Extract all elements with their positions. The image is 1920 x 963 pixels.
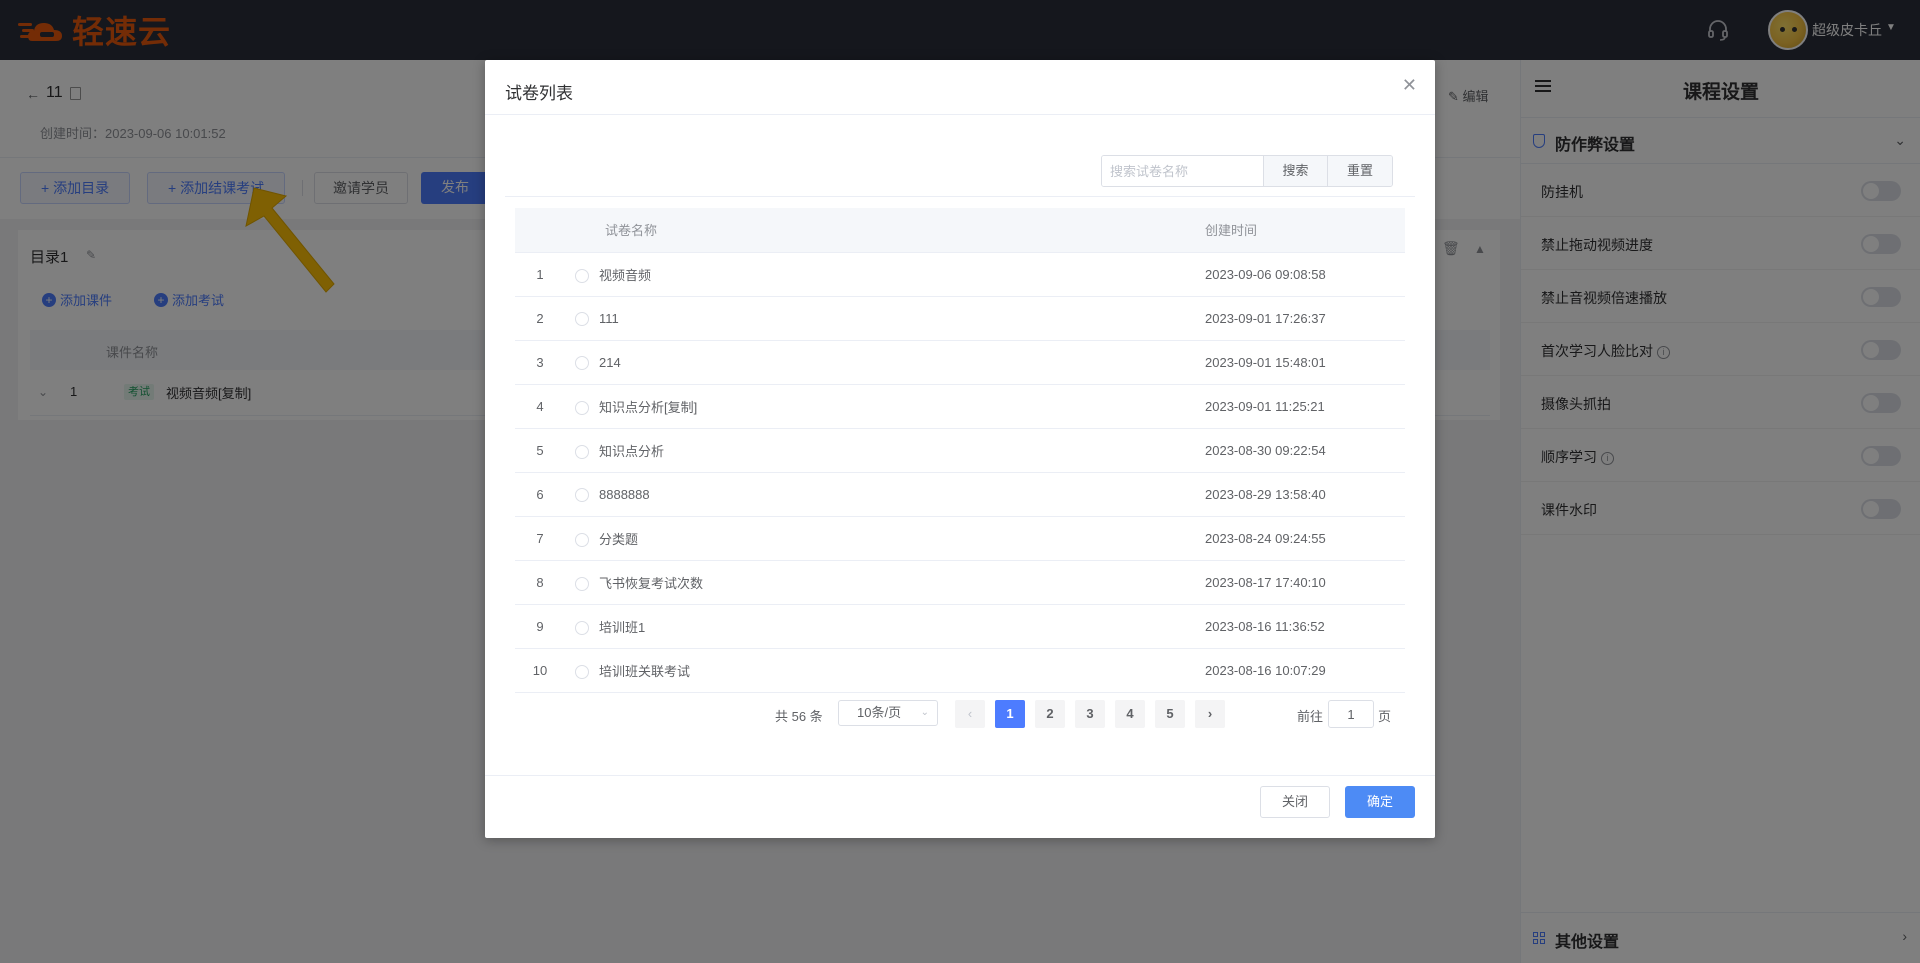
exam-name-cell: 飞书恢复考试次数: [565, 560, 1205, 605]
created-time: 2023-09-06 09:08:58: [1205, 252, 1405, 297]
prev-page-button[interactable]: ‹: [955, 700, 985, 728]
exam-row[interactable]: 3 214 2023-09-01 15:48:01: [515, 340, 1405, 385]
exam-name-cell: 8888888: [565, 472, 1205, 517]
created-time: 2023-08-24 09:24:55: [1205, 516, 1405, 561]
created-time: 2023-09-01 17:26:37: [1205, 296, 1405, 341]
divider: [505, 196, 1415, 197]
exam-name-cell: 知识点分析[复制]: [565, 384, 1205, 429]
exam-row[interactable]: 7 分类题 2023-08-24 09:24:55: [515, 516, 1405, 561]
exam-table: 试卷名称 创建时间 1 视频音频 2023-09-06 09:08:58 2 111 20…: [515, 208, 1405, 693]
close-icon[interactable]: ✕: [1402, 75, 1417, 96]
radio-button[interactable]: [575, 444, 589, 459]
exam-name: 知识点分析[复制]: [599, 399, 698, 415]
exam-row[interactable]: 1 视频音频 2023-09-06 09:08:58: [515, 252, 1405, 297]
exam-name-cell: 214: [565, 340, 1205, 385]
exam-search-bar: 搜索 重置: [1101, 155, 1393, 187]
row-index: 1: [515, 252, 565, 297]
exam-name: 视频音频: [599, 267, 652, 283]
exam-name: 8888888: [599, 486, 650, 502]
dialog-title: 试卷列表: [505, 84, 573, 103]
goto-page-input[interactable]: [1328, 700, 1374, 728]
row-index: 6: [515, 472, 565, 517]
exam-name-cell: 培训班1: [565, 604, 1205, 649]
exam-row[interactable]: 2 111 2023-09-01 17:26:37: [515, 296, 1405, 341]
exam-name: 111: [599, 310, 619, 326]
radio-button[interactable]: [575, 487, 589, 502]
created-time: 2023-08-16 11:36:52: [1205, 604, 1405, 649]
row-index: 7: [515, 516, 565, 561]
row-index: 5: [515, 428, 565, 473]
exam-row[interactable]: 5 知识点分析 2023-08-30 09:22:54: [515, 428, 1405, 473]
page-2-button[interactable]: 2: [1035, 700, 1065, 728]
page-size-select[interactable]: 10条/页 ⌄: [838, 700, 938, 726]
exam-name-cell: 分类题: [565, 516, 1205, 561]
page-4-button[interactable]: 4: [1115, 700, 1145, 728]
chevron-down-icon: ⌄: [920, 707, 929, 718]
radio-button[interactable]: [575, 400, 589, 415]
created-time: 2023-08-17 17:40:10: [1205, 560, 1405, 605]
exam-list-dialog: 试卷列表 ✕ 搜索 重置 试卷名称 创建时间 1 视频音频 2023-09-06 0…: [485, 60, 1435, 838]
reset-button[interactable]: 重置: [1328, 156, 1392, 186]
close-button[interactable]: 关闭: [1260, 786, 1330, 818]
page-3-button[interactable]: 3: [1075, 700, 1105, 728]
goto-suffix: 页: [1378, 709, 1392, 724]
row-index: 2: [515, 296, 565, 341]
radio-button[interactable]: [575, 620, 589, 635]
created-time: 2023-08-29 13:58:40: [1205, 472, 1405, 517]
goto-label: 前往: [1297, 709, 1324, 724]
dialog-footer: 关闭 确定: [485, 775, 1435, 838]
radio-button[interactable]: [575, 355, 589, 370]
exam-name: 飞书恢复考试次数: [599, 575, 704, 591]
created-time: 2023-08-30 09:22:54: [1205, 428, 1405, 473]
exam-row[interactable]: 4 知识点分析[复制] 2023-09-01 11:25:21: [515, 384, 1405, 429]
exam-name-cell: 视频音频: [565, 252, 1205, 297]
index-column: [515, 208, 565, 253]
radio-button[interactable]: [575, 268, 589, 283]
search-button[interactable]: 搜索: [1264, 156, 1328, 186]
row-index: 10: [515, 648, 565, 693]
exam-name: 分类题: [599, 531, 639, 547]
exam-name-cell: 111: [565, 296, 1205, 341]
row-index: 9: [515, 604, 565, 649]
created-time: 2023-09-01 11:25:21: [1205, 384, 1405, 429]
exam-name-cell: 培训班关联考试: [565, 648, 1205, 693]
created-time-column: 创建时间: [1205, 208, 1405, 253]
pagination: 共 56 条 10条/页⌄ ‹ 123456 › 前往 页: [485, 700, 1435, 728]
confirm-button[interactable]: 确定: [1345, 786, 1415, 818]
radio-button[interactable]: [575, 311, 589, 326]
created-time: 2023-08-16 10:07:29: [1205, 648, 1405, 693]
next-page-button[interactable]: ›: [1195, 700, 1225, 728]
exam-row[interactable]: 10 培训班关联考试 2023-08-16 10:07:29: [515, 648, 1405, 693]
exam-name: 214: [599, 354, 621, 370]
exam-name: 培训班1: [599, 619, 646, 635]
exam-row[interactable]: 9 培训班1 2023-08-16 11:36:52: [515, 604, 1405, 649]
exam-row[interactable]: 6 8888888 2023-08-29 13:58:40: [515, 472, 1405, 517]
page-size-value: 10条/页: [857, 705, 902, 720]
exam-name-cell: 知识点分析: [565, 428, 1205, 473]
radio-button[interactable]: [575, 664, 589, 679]
exam-name: 培训班关联考试: [599, 663, 691, 679]
page-1-button[interactable]: 1: [995, 700, 1025, 728]
dialog-header: 试卷列表 ✕: [485, 60, 1435, 115]
row-index: 3: [515, 340, 565, 385]
exam-name-column: 试卷名称: [565, 208, 1205, 253]
exam-search-input[interactable]: [1102, 156, 1264, 186]
exam-table-header: 试卷名称 创建时间: [515, 208, 1405, 253]
exam-table-body: 1 视频音频 2023-09-06 09:08:58 2 111 2023-09-01 1…: [515, 252, 1405, 693]
radio-button[interactable]: [575, 576, 589, 591]
page-5-button[interactable]: 5: [1155, 700, 1185, 728]
radio-button[interactable]: [575, 532, 589, 547]
exam-row[interactable]: 8 飞书恢复考试次数 2023-08-17 17:40:10: [515, 560, 1405, 605]
exam-name-header: 试卷名称: [605, 223, 658, 239]
exam-name: 知识点分析: [599, 443, 665, 459]
created-time: 2023-09-01 15:48:01: [1205, 340, 1405, 385]
row-index: 8: [515, 560, 565, 605]
total-count: 共 56 条: [775, 709, 823, 724]
row-index: 4: [515, 384, 565, 429]
